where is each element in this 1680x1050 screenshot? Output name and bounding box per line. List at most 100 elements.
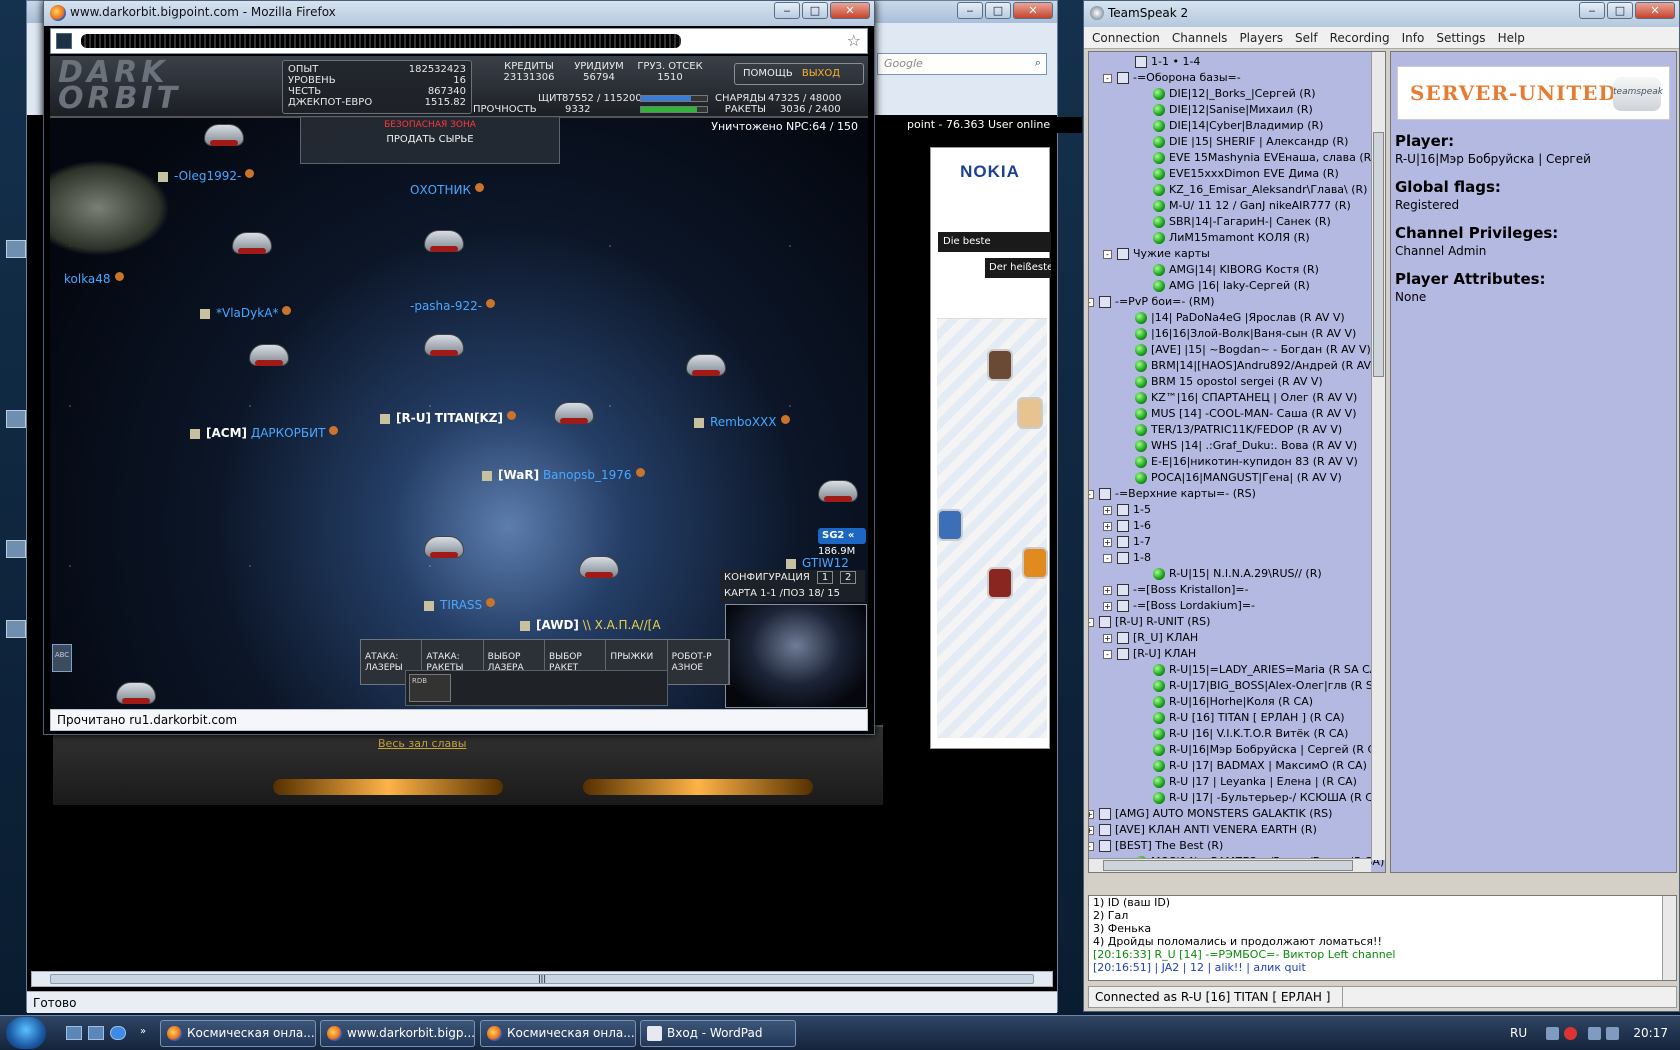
collapse-icon[interactable]: - [1103, 650, 1112, 659]
player-row[interactable]: R-U |17 | Leyanka | Елена | (R CA) [1089, 774, 1371, 790]
close-button[interactable]: ✕ [1013, 2, 1053, 19]
search-input[interactable]: Google ⌕ [877, 53, 1047, 75]
channel-row[interactable]: - -=PvP бои=- (RM) [1089, 294, 1371, 310]
channel-row[interactable]: 1-1 • 1-4 [1089, 54, 1371, 70]
scrollbar-thumb[interactable] [1103, 860, 1353, 871]
menu-recording[interactable]: Recording [1324, 27, 1396, 48]
enemy-ship[interactable] [420, 326, 468, 360]
desktop-shortcut-icon[interactable] [6, 410, 26, 428]
enemy-ship[interactable] [200, 116, 248, 150]
close-button[interactable]: ✕ [1635, 2, 1675, 19]
menu-help[interactable]: Help [1492, 27, 1531, 48]
player-row[interactable]: ЛиМ15mamont КОЛЯ (R) [1089, 230, 1371, 246]
scrollbar-thumb[interactable]: ||| [50, 974, 1034, 984]
chat-scrollbar[interactable] [1662, 896, 1676, 980]
address-bar[interactable]: ☆ [50, 28, 868, 54]
expand-icon[interactable]: + [1089, 810, 1094, 819]
search-icon[interactable]: ⌕ [1035, 56, 1041, 70]
player-name-label[interactable]: [WaR] Banopsb_1976 [482, 468, 645, 482]
player-row[interactable]: M-U/ 11 12 / GanJ nikeAIR777 (R) [1089, 198, 1371, 214]
advertisement-banner[interactable]: NOKIA Die beste Currywurst? Der heißeste [930, 147, 1051, 749]
internet-explorer-icon[interactable] [110, 1026, 126, 1040]
player-row[interactable]: R-U|16|Horhe|Коля (R CA) [1089, 694, 1371, 710]
horizontal-scrollbar[interactable]: ||| [31, 971, 1053, 987]
player-row[interactable]: [AVE] |15| ~Bogdan~ - Богдан (R AV V) [1089, 342, 1371, 358]
channel-row[interactable]: - -=Оборона базы=- [1089, 70, 1371, 86]
player-name-label[interactable]: [ACM] ДАРКОРБИТ [190, 426, 339, 440]
collapse-icon[interactable]: - [1103, 250, 1112, 259]
sg2-shield-button[interactable]: SG2 « [818, 528, 866, 544]
player-row[interactable]: E-E|16|никотин-купидон 83 (R AV V) [1089, 454, 1371, 470]
collapse-icon[interactable]: - [1089, 490, 1094, 499]
expand-icon[interactable]: + [1103, 634, 1112, 643]
player-row[interactable]: BRM 15 opostol sergei (R AV V) [1089, 374, 1371, 390]
maximize-button[interactable]: □ [985, 2, 1011, 19]
enemy-ship[interactable] [550, 394, 598, 428]
enemy-ship[interactable] [575, 548, 623, 582]
config-1-button[interactable]: 1 [817, 571, 834, 584]
desktop-shortcut-icon[interactable] [6, 620, 26, 638]
player-name-label[interactable]: kolka48 [64, 272, 124, 286]
player-name-label[interactable]: GTIW12 [786, 556, 849, 570]
expand-icon[interactable]: + [1103, 522, 1112, 531]
overflow-chevron-icon[interactable]: » [140, 1026, 150, 1040]
player-row[interactable]: EVE 15Mashynia EVEнаша, слава (R) [1089, 150, 1376, 166]
minimize-button[interactable]: ‒ [1579, 2, 1605, 19]
desktop-shortcut-icon[interactable] [6, 240, 26, 258]
enemy-ship[interactable] [814, 472, 862, 506]
player-row[interactable]: |16|16|Злой-Волк|Ваня-сын (R AV V) [1089, 326, 1371, 342]
enemy-ship[interactable] [420, 222, 468, 256]
player-row[interactable]: DIE|14|Cyber|Владимир (R) [1089, 118, 1371, 134]
collapse-icon[interactable]: - [1089, 842, 1094, 851]
channel-row[interactable]: - Чужие карты [1089, 246, 1371, 262]
player-row[interactable]: POCA|16|MANGUST|Гена| (R AV V) [1089, 470, 1371, 486]
tree-horizontal-scrollbar[interactable] [1089, 858, 1371, 872]
player-name-label[interactable]: TIRASS [424, 598, 496, 612]
player-row[interactable]: EVE15xxxDimon EVE Дима (R) [1089, 166, 1371, 182]
taskbar-item[interactable]: www.darkorbit.bigp... [320, 1020, 475, 1047]
tree-vertical-scrollbar[interactable] [1371, 52, 1385, 860]
tray-icon[interactable] [1546, 1027, 1559, 1040]
channel-tree[interactable]: 1-1 • 1-4 - -=Оборона базы=- DIE|12|_Borks_… [1088, 51, 1386, 873]
enemy-ship[interactable] [245, 336, 293, 370]
hall-of-fame-link[interactable]: Весь зал славы [378, 737, 466, 750]
player-name-label[interactable]: [AWD] \\ X.A.П.А//[A [520, 618, 661, 632]
menu-settings[interactable]: Settings [1430, 27, 1491, 48]
expand-icon[interactable]: + [1103, 586, 1112, 595]
taskbar-item[interactable]: Космическая онла... [480, 1020, 636, 1047]
player-row[interactable]: WHS |14| .:Graf_Duku:. Вова (R AV V) [1089, 438, 1371, 454]
expand-icon[interactable]: + [1103, 538, 1112, 547]
player-name-label[interactable]: -Oleg1992- [158, 169, 255, 183]
channel-row[interactable]: - [R-U] R-UNIT (RS) [1089, 614, 1371, 630]
volume-icon[interactable] [1606, 1027, 1619, 1040]
player-row[interactable]: R-U |17| BADMAX | МаксимО (R CA) [1089, 758, 1371, 774]
minimize-button[interactable]: ‒ [774, 2, 800, 19]
start-button[interactable] [6, 1017, 46, 1049]
chat-log[interactable]: 1) ID (ваш ID) 2) Гал 3) Фенька 4) Дройд… [1088, 895, 1677, 981]
player-row[interactable]: SBR|14|-ГагариН-| Санек (R) [1089, 214, 1371, 230]
scrollbar-thumb[interactable] [1373, 132, 1384, 377]
expand-icon[interactable]: + [1103, 602, 1112, 611]
enemy-ship[interactable] [228, 224, 276, 258]
quicklaunch-icon[interactable] [88, 1026, 104, 1040]
menu-players[interactable]: Players [1233, 27, 1289, 48]
enemy-ship[interactable] [420, 528, 468, 562]
player-row[interactable]: R-U|16|Мэр Бобруйска | Сергей (R CA) [1089, 742, 1385, 758]
collapse-icon[interactable]: - [1103, 554, 1112, 563]
firefox-titlebar[interactable]: www.darkorbit.bigpoint.com - Mozilla Fir… [44, 1, 874, 26]
robot-misc-button[interactable]: РОБОТ-Р АЗНОЕ [668, 640, 729, 684]
player-row[interactable]: R-U |17| -Бультерьер-/ КСЮША (R CA) [1089, 790, 1385, 806]
channel-row[interactable]: + [AMG] AUTO MONSTERS GALAKTIK (RS) [1089, 806, 1371, 822]
expand-icon[interactable]: + [1089, 826, 1094, 835]
player-row[interactable]: BRM|14|[HAOS]Andru892/Андрей (R AV V) [1089, 358, 1385, 374]
channel-row[interactable]: - [BEST] The Best (R) [1089, 838, 1371, 854]
channel-row[interactable]: +1-6 [1089, 518, 1371, 534]
show-desktop-icon[interactable] [66, 1026, 82, 1040]
minimap[interactable] [725, 604, 867, 708]
player-row[interactable]: KZ™|16| СПАРТАНЕЦ | Олег (R AV V) [1089, 390, 1371, 406]
tray-icon[interactable] [1564, 1027, 1577, 1040]
player-name-label[interactable]: -pasha-922- [410, 299, 496, 313]
player-row[interactable]: AMG|14| KIBORG Костя (R) [1089, 262, 1371, 278]
channel-row[interactable]: - -=Верхние карты=- (RS) [1089, 486, 1371, 502]
channel-row[interactable]: - [R-U] КЛАН [1089, 646, 1371, 662]
